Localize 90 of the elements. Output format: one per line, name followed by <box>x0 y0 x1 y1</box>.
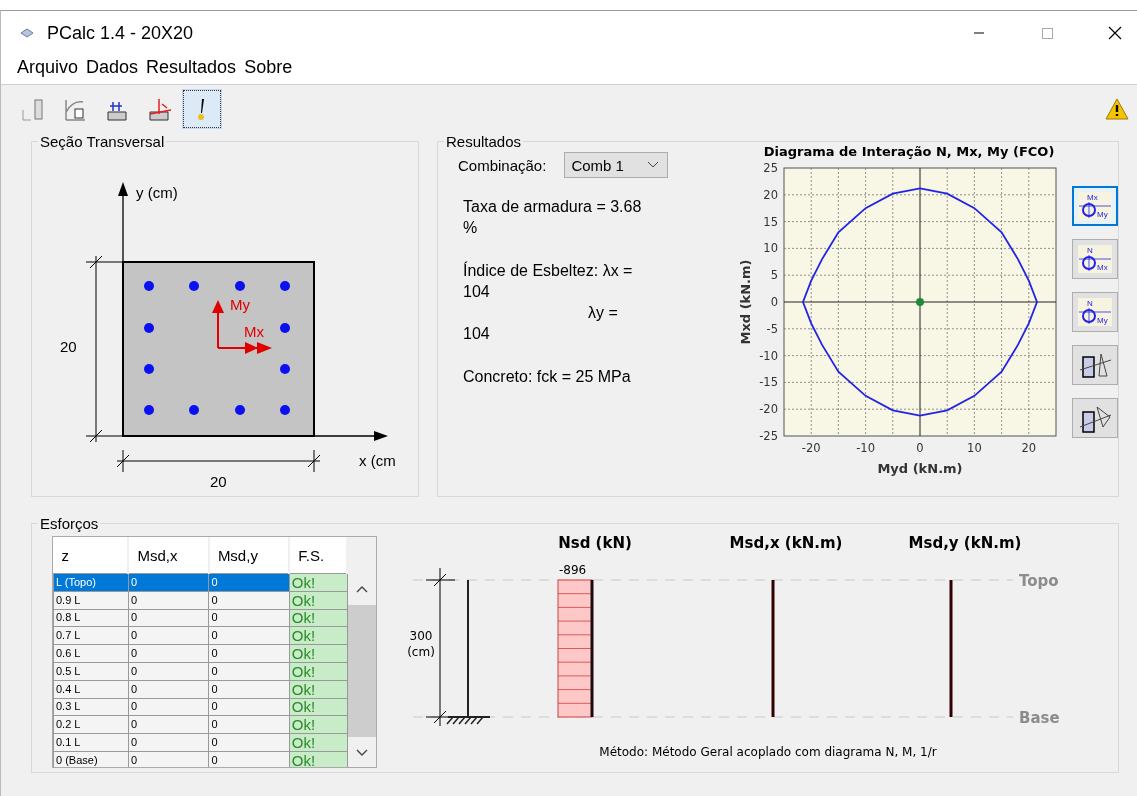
level-label: Topo <box>1019 572 1059 590</box>
tick-label: -10 <box>856 441 875 455</box>
result-text: Concreto: fck = 25 MPa <box>463 367 632 387</box>
table-cell: Ok! <box>289 573 347 592</box>
panel-title: Resultados <box>445 133 523 150</box>
diagram-header: Msd,y (kN.m) <box>908 534 1022 552</box>
tick-label: 0 <box>770 295 778 309</box>
dimension-label: 20 <box>210 473 227 490</box>
tick-label: 15 <box>763 214 778 229</box>
panel-title: Esforços <box>39 515 100 532</box>
tick-label: -20 <box>759 402 778 417</box>
panel-title: Seção Transversal <box>39 133 166 150</box>
table-row[interactable]: 0.2 L 0 0 Ok! <box>53 715 347 734</box>
rebar-dot <box>144 323 154 333</box>
rebar-dot <box>235 405 245 415</box>
tick-label: -10 <box>759 348 778 363</box>
table-row[interactable]: 0 (Base) 0 0 Ok! <box>53 751 347 767</box>
warning-icon <box>1105 98 1129 120</box>
axis-title: Myd (kN.m) <box>877 461 963 476</box>
dimension-label: (cm) <box>407 645 435 659</box>
moment-label: Mx <box>244 323 264 340</box>
axis-label: y (cm) <box>136 184 178 201</box>
view-button[interactable] <box>1072 398 1118 438</box>
rebar-dot <box>280 405 290 415</box>
column-section-icon <box>1077 403 1113 433</box>
design-point <box>916 298 924 306</box>
toolbar-button[interactable] <box>183 90 221 128</box>
close-icon <box>1108 26 1122 40</box>
tick-label: 0 <box>916 441 924 455</box>
table-cell: 0 <box>208 573 290 592</box>
rebar-dot <box>189 281 199 291</box>
table-cell: 0 <box>128 573 209 592</box>
axis-title: Mxd (kN.m) <box>738 259 753 345</box>
method-note: Método: Método Geral acoplado com diagrama N, M, 1/r <box>599 745 937 759</box>
level-label: Base <box>1019 709 1060 727</box>
table-row[interactable]: 0.1 L 0 0 Ok! <box>53 733 347 752</box>
maximize-icon <box>1041 27 1053 39</box>
table-row[interactable]: 0.3 L 0 0 Ok! <box>53 698 347 716</box>
axis-label: x (cm <box>359 452 396 469</box>
table-row[interactable]: 0.5 L 0 0 Ok! <box>53 662 347 681</box>
scroll-down-icon[interactable] <box>356 749 368 757</box>
tick-label: -5 <box>766 321 778 336</box>
table-row[interactable]: 0.8 L 0 0 Ok! <box>53 609 347 627</box>
moment-label: My <box>230 296 250 313</box>
caret-icon <box>647 161 660 169</box>
tick-label: 10 <box>967 441 982 455</box>
rebar-dot <box>235 281 245 291</box>
diagram-header: Nsd (kN) <box>558 534 632 552</box>
result-text: 104 <box>463 324 491 344</box>
tick-label: 25 <box>763 161 778 175</box>
table-cell: L (Topo) <box>53 573 129 592</box>
rebar-dot <box>280 281 290 291</box>
rebar-dot <box>144 281 154 291</box>
window-title: PCalc 1.4 - 20X20 <box>47 22 194 44</box>
table-row[interactable]: 0.4 L 0 0 Ok! <box>53 680 347 699</box>
table-row[interactable]: 0.7 L 0 0 Ok! <box>53 626 347 645</box>
diagram-header: Msd,x (kN.m) <box>729 534 843 552</box>
scroll-up-icon[interactable] <box>356 585 368 593</box>
rebar-dot <box>189 405 199 415</box>
view-button[interactable] <box>1072 345 1118 385</box>
rebar-dot <box>280 323 290 333</box>
menu-item[interactable]: Sobre <box>244 57 293 78</box>
menu-item[interactable]: Dados <box>86 57 139 78</box>
tick-label: 10 <box>763 241 778 256</box>
tick-label: -15 <box>759 375 778 390</box>
tick-label: 20 <box>763 187 778 202</box>
dimension-label: 300 <box>409 629 433 643</box>
app-icon <box>19 27 35 39</box>
table-row[interactable]: 0.9 L 0 0 Ok! <box>53 591 347 610</box>
tick-label: -20 <box>801 441 821 455</box>
result-text: λy = <box>587 303 619 323</box>
dimension-label: 20 <box>60 338 77 355</box>
moments-icon <box>147 96 173 122</box>
scrollbar-thumb[interactable] <box>348 605 376 737</box>
menu-item[interactable]: Resultados <box>146 57 237 78</box>
rebar-dot <box>144 364 154 374</box>
force-value: -896 <box>559 563 587 577</box>
field-label: Combinação: <box>458 156 547 174</box>
result-text: Taxa de armadura = 3.68 % <box>463 197 643 238</box>
chart-title: Diagrama de Interação N, Mx, My (FCO) <box>763 144 1055 159</box>
combination-dropdown[interactable]: Comb 1 <box>564 152 669 178</box>
tick-label: 20 <box>1021 441 1037 455</box>
rebar-dot <box>280 364 290 374</box>
table-row[interactable]: L (Topo) 0 0 Ok! <box>53 573 347 592</box>
table-row[interactable]: 0.6 L 0 0 Ok! <box>53 644 347 663</box>
menu-item[interactable]: Arquivo <box>17 57 79 78</box>
tick-label: -25 <box>759 429 778 443</box>
tick-label: 5 <box>770 268 778 283</box>
scrollbar[interactable] <box>348 537 376 767</box>
rebar-dot <box>144 405 154 415</box>
